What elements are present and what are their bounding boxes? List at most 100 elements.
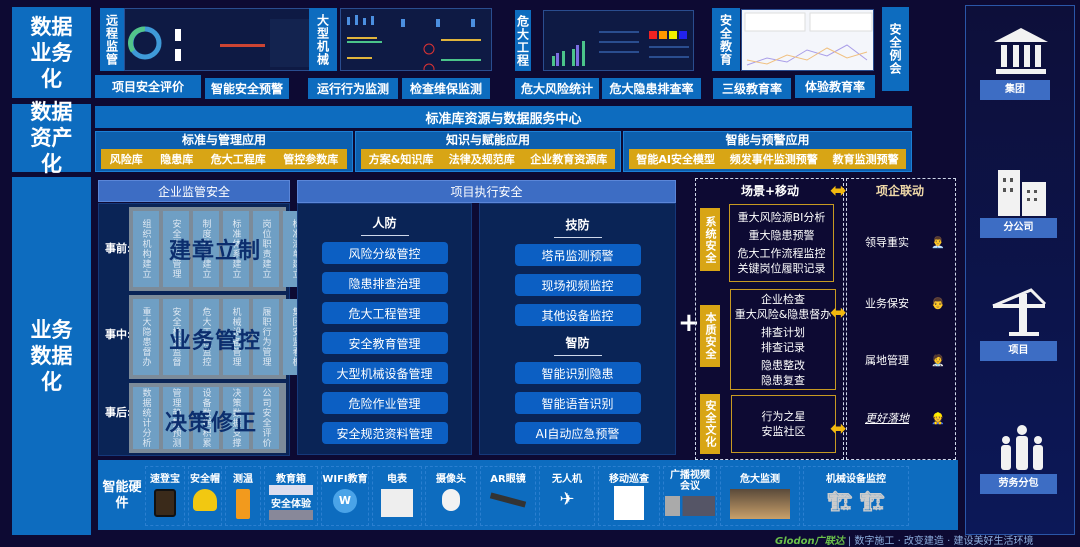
- btn-hazard-check-rate[interactable]: 危大隐患排查率: [602, 78, 701, 99]
- scene-line[interactable]: 危大工作流程监控: [730, 246, 833, 261]
- item[interactable]: 重大隐患督办: [133, 299, 159, 375]
- module-machinery[interactable]: 大型机械: [309, 8, 337, 71]
- ai-safety-model[interactable]: 智能AI安全模型: [636, 151, 715, 167]
- tier-branch[interactable]: 分公司: [980, 218, 1057, 238]
- person-icon: 🧑‍⚕️: [931, 353, 945, 367]
- hw-hazard-monitor[interactable]: 危大监测: [720, 466, 800, 526]
- scene-line[interactable]: 排查计划: [731, 325, 835, 340]
- btn-three-level-edu[interactable]: 三级教育率: [713, 78, 791, 99]
- worker-icon: 👷: [931, 411, 945, 425]
- system-safety-box: 重大风险源BI分析 重大隐患预警 危大工作流程监控 关键岗位履职记录: [729, 204, 834, 282]
- hw-camera[interactable]: 摄像头: [425, 466, 477, 526]
- lib-laws[interactable]: 法律及规范库: [449, 151, 515, 167]
- scene-line[interactable]: 关键岗位履职记录: [730, 261, 833, 276]
- double-arrow-icon: ⬌: [830, 300, 847, 324]
- frequent-event-warning[interactable]: 频发事件监测预警: [730, 151, 818, 167]
- wifi-icon: W: [333, 489, 357, 513]
- education-warning[interactable]: 教育监测预警: [833, 151, 899, 167]
- smart-item[interactable]: 智能识别隐患: [514, 362, 641, 384]
- row-during: 重大隐患督办 安全检查监督 危大工程监控 机械设备管理 履职行为管理 集团安监看…: [129, 295, 309, 379]
- people-item[interactable]: 安全教育管理: [321, 332, 448, 354]
- site-photo-icon: [730, 489, 790, 519]
- scene-line[interactable]: 隐患整改: [731, 358, 835, 373]
- office-building-icon: [998, 170, 1046, 216]
- person-icon: 👨‍💼: [931, 235, 945, 249]
- lib-major-hazard[interactable]: 危大工程库: [211, 151, 266, 167]
- education-box-icon: [269, 485, 313, 495]
- role-landing: 更好落地 👷: [865, 410, 945, 426]
- asset-group-title: 智能与预警应用: [725, 133, 810, 147]
- divider: [360, 235, 409, 236]
- row-label-during: 事中:: [105, 328, 132, 341]
- hazard-screenshot: [543, 10, 694, 71]
- scene-line[interactable]: 安监社区: [732, 424, 835, 439]
- hw-helmet[interactable]: 安全帽: [188, 466, 222, 526]
- module-education[interactable]: 安全教育: [712, 8, 740, 71]
- module-remote[interactable]: 远程监管: [100, 8, 124, 71]
- tower-crane-icon: [992, 288, 1047, 336]
- smart-item[interactable]: AI自动应急预警: [514, 422, 641, 444]
- broadcast-icon: [665, 496, 715, 516]
- role-leader: 领导重实 👨‍💼: [865, 234, 945, 250]
- btn-maintenance-monitor[interactable]: 检查维保监测: [402, 78, 490, 99]
- scene-line[interactable]: 重大风险源BI分析: [730, 210, 833, 225]
- lib-hazard[interactable]: 隐患库: [160, 151, 193, 167]
- module-hazard[interactable]: 危大工程: [515, 10, 531, 71]
- hw-wifi-edu[interactable]: WIFI教育 W: [321, 466, 369, 526]
- row-label-after: 事后:: [105, 406, 132, 419]
- row-after: 数据统计分析 管理趋势预测 设备数据积累 决策数据支撑 公司安全评价 决策修正: [129, 383, 286, 453]
- tech-item[interactable]: 塔吊监测预警: [514, 244, 641, 266]
- people-item[interactable]: 风险分级管控: [321, 242, 448, 264]
- layer-business: 数据业务化: [12, 7, 91, 98]
- tag-system-safety: 系统安全: [700, 208, 720, 271]
- people-item[interactable]: 安全规范资料管理: [321, 422, 448, 444]
- lib-risk[interactable]: 风险库: [110, 151, 143, 167]
- scene-line[interactable]: 企业检查: [731, 292, 835, 307]
- scene-line[interactable]: 行为之星: [732, 409, 835, 424]
- hw-meter[interactable]: 电表: [372, 466, 422, 526]
- hw-mobile-patrol[interactable]: 移动巡查: [598, 466, 660, 526]
- tech-item[interactable]: 现场视频监控: [514, 274, 641, 296]
- phone-screen-icon: [614, 486, 644, 520]
- people-item[interactable]: 危大工程管理: [321, 302, 448, 324]
- tag-intrinsic-safety: 本质安全: [700, 305, 720, 367]
- enterprise-panel: 事前: 组织机构建立 安全生产管理 制度体系建立 标准体系建立 岗位职责建立 标…: [98, 203, 309, 456]
- smart-item[interactable]: 智能语音识别: [514, 392, 641, 414]
- lib-control-params[interactable]: 管控参数库: [283, 151, 338, 167]
- scene-line[interactable]: 重大风险&隐患督办: [731, 307, 835, 322]
- item[interactable]: 组织机构建立: [133, 211, 159, 287]
- double-arrow-icon: ⬌: [830, 178, 847, 202]
- hw-thermometer[interactable]: 测温: [225, 466, 261, 526]
- lib-plans-knowledge[interactable]: 方案&知识库: [369, 151, 434, 167]
- hw-ar-glasses[interactable]: AR眼镜: [480, 466, 536, 526]
- item[interactable]: 数据统计分析: [133, 387, 159, 449]
- scene-line[interactable]: 重大隐患预警: [730, 228, 833, 243]
- people-item[interactable]: 危险作业管理: [321, 392, 448, 414]
- hw-education-box[interactable]: 教育箱 安全体验: [264, 466, 318, 526]
- tier-labor-subcontract[interactable]: 劳务分包: [980, 474, 1057, 494]
- hw-broadcast[interactable]: 广播视频会议: [663, 466, 717, 526]
- tech-item[interactable]: 其他设备监控: [514, 304, 641, 326]
- hw-drone[interactable]: 无人机 ✈: [539, 466, 595, 526]
- scene-line[interactable]: 隐患复查: [731, 373, 835, 388]
- scene-line[interactable]: 排查记录: [731, 340, 835, 355]
- tech-defense-title: 技防: [565, 218, 590, 232]
- remote-screenshot: [124, 8, 313, 71]
- enterprise-title: 企业监管安全: [98, 180, 290, 202]
- role-local: 属地管理 🧑‍⚕️: [865, 352, 945, 368]
- lib-education-resources[interactable]: 企业教育资源库: [530, 151, 607, 167]
- btn-smart-safety-warning[interactable]: 智能安全预警: [205, 78, 289, 99]
- btn-operation-monitor[interactable]: 运行行为监测: [308, 78, 398, 99]
- btn-experience-edu[interactable]: 体验教育率: [795, 75, 875, 98]
- people-item[interactable]: 大型机械设备管理: [321, 362, 448, 384]
- btn-hazard-risk-stats[interactable]: 危大风险统计: [515, 78, 599, 99]
- module-safety-meeting[interactable]: 安全例会: [882, 7, 909, 91]
- tier-group[interactable]: 集团: [980, 80, 1050, 100]
- person-icon: 👨: [931, 296, 945, 310]
- hw-safety-experience[interactable]: 安全体验: [271, 495, 311, 510]
- hw-machinery-monitor[interactable]: 机械设备监控 🏗 🏗: [803, 466, 909, 526]
- hw-sudengbao[interactable]: 速登宝: [145, 466, 185, 526]
- btn-project-safety-eval[interactable]: 项目安全评价: [95, 75, 201, 98]
- people-item[interactable]: 隐患排查治理: [321, 272, 448, 294]
- tier-project[interactable]: 项目: [980, 341, 1057, 361]
